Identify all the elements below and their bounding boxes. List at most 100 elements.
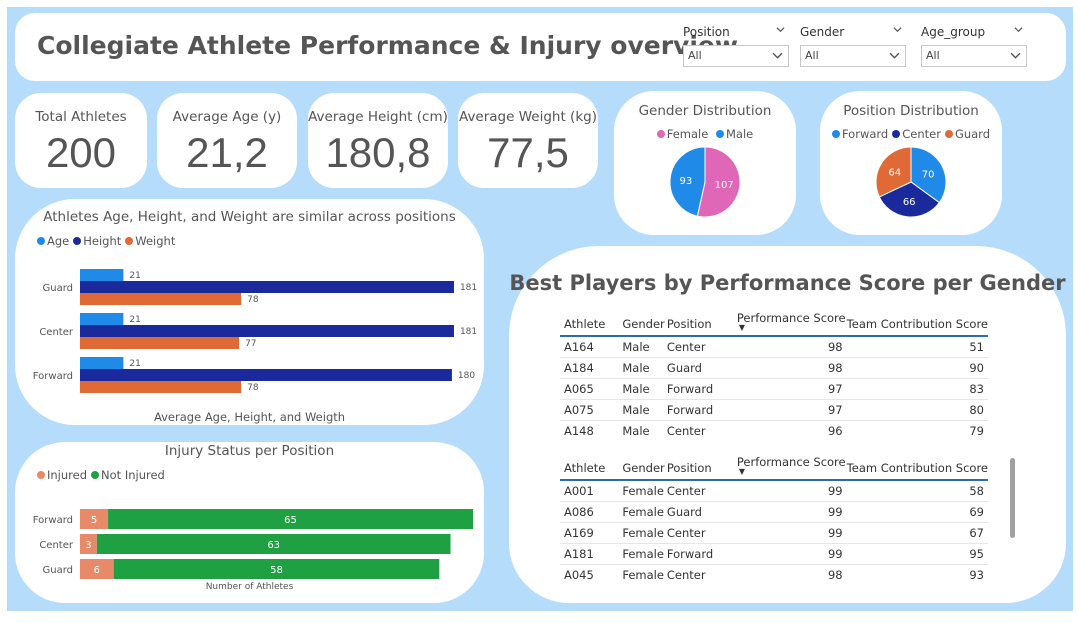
- bar-height[interactable]: [80, 369, 452, 381]
- best-players-title: Best Players by Performance Score per Ge…: [509, 271, 1066, 295]
- age-group-dropdown[interactable]: All: [921, 45, 1027, 67]
- table-cell: Forward: [666, 377, 737, 399]
- chart-legend: Age Height Weight: [35, 234, 177, 248]
- column-header-gender[interactable]: Gender: [622, 310, 667, 337]
- table-cell: A164: [560, 335, 623, 357]
- table-cell: Guard: [666, 356, 737, 378]
- sort-descending-icon: ▼: [738, 323, 746, 332]
- chevron-down-icon[interactable]: [776, 25, 785, 34]
- table-cell: 67: [846, 521, 988, 543]
- legend-label: Forward: [841, 127, 889, 141]
- category-tick-label: Forward: [33, 515, 73, 526]
- table-row[interactable]: A065 Male Forward 97 83: [560, 377, 988, 399]
- table-cell: A045: [560, 563, 623, 585]
- gender-slicer[interactable]: Gender All: [800, 23, 906, 67]
- position-distribution-card: Position Distribution Forward Center Guard…: [820, 91, 1002, 235]
- legend-dot: [656, 130, 665, 138]
- table-row[interactable]: A045 Female Center 98 93: [560, 563, 988, 585]
- bar-data-label: 21: [129, 315, 140, 325]
- table-cell: A075: [560, 398, 623, 420]
- table-cell: Female: [622, 479, 667, 501]
- table-row[interactable]: A164 Male Center 98 51: [560, 335, 988, 357]
- legend-item-weight[interactable]: Weight: [125, 234, 175, 248]
- kpi-average-height: Average Height (cm) 180,8: [308, 93, 448, 188]
- chart-title: Injury Status per Position: [164, 443, 335, 459]
- column-header-position[interactable]: Position: [666, 454, 737, 481]
- bar-data-label: 5: [91, 515, 97, 526]
- age-group-slicer-label: Age_group: [921, 25, 986, 39]
- male-best-players-table: Athlete Gender Position Performance Scor…: [560, 310, 988, 441]
- gender-dropdown[interactable]: All: [800, 45, 906, 67]
- table-cell: Female: [622, 500, 667, 522]
- column-header-team-contribution-score[interactable]: Team Contribution Score: [846, 310, 988, 337]
- column-header-athlete[interactable]: Athlete: [560, 454, 623, 481]
- table-row[interactable]: A181 Female Forward 99 95: [560, 542, 988, 564]
- gender-pie-chart[interactable]: 107 93: [614, 145, 796, 235]
- table-scrollbar[interactable]: [1010, 458, 1015, 538]
- table-row[interactable]: A001 Female Center 99 58: [560, 479, 988, 501]
- gender-dropdown-value: All: [805, 49, 819, 62]
- legend-item-female[interactable]: Female: [656, 127, 708, 141]
- position-dropdown[interactable]: All: [683, 45, 789, 67]
- category-tick-label: Center: [39, 540, 74, 551]
- legend-item-injured[interactable]: Injured: [37, 468, 87, 482]
- table-cell: A065: [560, 377, 623, 399]
- column-header-position[interactable]: Position: [666, 310, 737, 337]
- kpi-value: 180,8: [325, 129, 431, 176]
- age-group-slicer[interactable]: Age_group All: [921, 23, 1027, 67]
- header-card: Collegiate Athlete Performance & Injury …: [15, 13, 1066, 81]
- bar-weight[interactable]: [80, 337, 240, 349]
- category-tick-label: Forward: [33, 371, 73, 382]
- chevron-down-icon[interactable]: [1014, 25, 1023, 34]
- position-slicer-label: Position: [683, 25, 730, 39]
- legend-item-forward[interactable]: Forward: [831, 127, 889, 141]
- bar-height[interactable]: [80, 281, 454, 293]
- table-row[interactable]: A169 Female Center 99 67: [560, 521, 988, 543]
- legend-item-male[interactable]: Male: [716, 127, 753, 141]
- bar-age[interactable]: [80, 357, 124, 369]
- table-row[interactable]: A148 Male Center 96 79: [560, 419, 988, 441]
- chart-legend: Forward Center Guard: [820, 127, 1002, 141]
- table-row[interactable]: A086 Female Guard 99 69: [560, 500, 988, 522]
- column-header-performance-score[interactable]: Performance Score ▼: [736, 454, 847, 481]
- age-height-weight-bar-chart[interactable]: Guard 21 181 78 Center 21 181 77 Forward 21 180 78: [15, 257, 484, 417]
- position-slicer[interactable]: Position All: [683, 23, 789, 67]
- table-cell: A148: [560, 419, 623, 441]
- table-cell: Guard: [666, 500, 737, 522]
- kpi-average-weight: Average Weight (kg) 77,5: [458, 93, 598, 188]
- table-cell: 98: [736, 563, 847, 585]
- pie-data-label: 70: [922, 169, 935, 180]
- legend-item-guard[interactable]: Guard: [944, 127, 990, 141]
- column-header-team-contribution-score[interactable]: Team Contribution Score: [846, 454, 988, 481]
- bar-data-label: 58: [270, 565, 283, 576]
- table-cell: 96: [736, 419, 847, 441]
- legend-dot: [37, 471, 45, 479]
- bar-weight[interactable]: [80, 381, 242, 393]
- table-header-row: Athlete Gender Position Performance Scor…: [560, 454, 988, 481]
- legend-item-height[interactable]: Height: [73, 234, 121, 248]
- bar-weight[interactable]: [80, 293, 242, 305]
- table-row[interactable]: A184 Male Guard 98 90: [560, 356, 988, 378]
- kpi-label: Average Age (y): [172, 109, 282, 125]
- table-cell: Female: [622, 542, 667, 564]
- column-header-performance-score[interactable]: Performance Score ▼: [736, 310, 847, 337]
- bar-age[interactable]: [80, 269, 124, 281]
- legend-item-center[interactable]: Center: [892, 127, 941, 141]
- bar-age[interactable]: [80, 313, 124, 325]
- table-cell: 95: [846, 542, 988, 564]
- chevron-down-icon[interactable]: [893, 25, 902, 34]
- bar-data-label: 180: [458, 371, 475, 381]
- position-pie-chart[interactable]: 70 66 64: [820, 145, 1002, 235]
- table-cell: Female: [622, 521, 667, 543]
- column-header-gender[interactable]: Gender: [622, 454, 667, 481]
- column-header-athlete[interactable]: Athlete: [560, 310, 623, 337]
- table-cell: 99: [736, 479, 847, 501]
- legend-item-age[interactable]: Age: [37, 234, 69, 248]
- table-cell: A001: [560, 479, 623, 501]
- legend-item-not-injured[interactable]: Not Injured: [91, 468, 165, 482]
- table-cell: 51: [846, 335, 988, 357]
- bar-height[interactable]: [80, 325, 454, 337]
- gender-slicer-label: Gender: [800, 25, 845, 39]
- injury-status-bar-chart[interactable]: Forward 5 65 Center 3 63 Guard 6 58: [15, 496, 484, 586]
- table-row[interactable]: A075 Male Forward 97 80: [560, 398, 988, 420]
